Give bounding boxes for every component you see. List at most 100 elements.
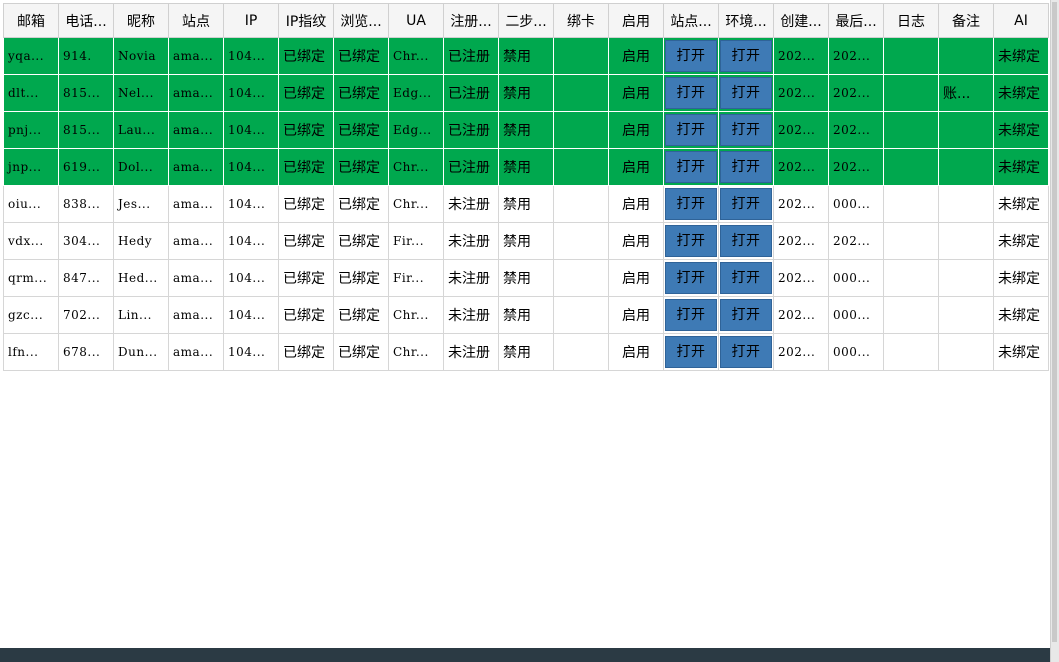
cell-log[interactable] xyxy=(883,185,939,223)
cell-browser[interactable]: 已绑定 xyxy=(333,222,389,260)
cell-ip-fingerprint[interactable]: 已绑定 xyxy=(278,37,334,75)
cell-ua[interactable]: Fir... xyxy=(388,259,444,297)
cell-nickname[interactable]: Novia xyxy=(113,37,169,75)
table-row[interactable]: jnp... 619... Dol... ama... 104... 已绑定 已绑定 Chr.… xyxy=(3,148,1049,186)
cell-card[interactable] xyxy=(553,185,609,223)
cell-site[interactable]: ama... xyxy=(168,296,224,334)
cell-site[interactable]: ama... xyxy=(168,37,224,75)
cell-site[interactable]: ama... xyxy=(168,185,224,223)
table-row[interactable]: pnj... 815... Lau... ama... 104... 已绑定 已绑定 Edg.… xyxy=(3,111,1049,149)
cell-enable[interactable]: 启用 xyxy=(608,222,664,260)
column-header-created[interactable]: 创建... xyxy=(773,3,829,38)
cell-ip-fingerprint[interactable]: 已绑定 xyxy=(278,222,334,260)
cell-two-step[interactable]: 禁用 xyxy=(498,259,554,297)
cell-log[interactable] xyxy=(883,222,939,260)
cell-email[interactable]: jnp... xyxy=(3,148,59,186)
cell-email[interactable]: gzc... xyxy=(3,296,59,334)
cell-browser[interactable]: 已绑定 xyxy=(333,74,389,112)
cell-ip-fingerprint[interactable]: 已绑定 xyxy=(278,185,334,223)
table-row[interactable]: oiu... 838... Jes... ama... 104... 已绑定 已绑定 Chr.… xyxy=(3,185,1049,223)
cell-note[interactable] xyxy=(938,185,994,223)
open-site-button[interactable]: 打开 xyxy=(665,262,717,294)
cell-registration[interactable]: 未注册 xyxy=(443,185,499,223)
cell-ip-fingerprint[interactable]: 已绑定 xyxy=(278,259,334,297)
cell-email[interactable]: pnj... xyxy=(3,111,59,149)
cell-note[interactable] xyxy=(938,296,994,334)
cell-ip[interactable]: 104... xyxy=(223,333,279,371)
cell-card[interactable] xyxy=(553,222,609,260)
cell-log[interactable] xyxy=(883,259,939,297)
cell-phone[interactable]: 914. xyxy=(58,37,114,75)
cell-two-step[interactable]: 禁用 xyxy=(498,148,554,186)
cell-card[interactable] xyxy=(553,333,609,371)
table-row[interactable]: gzc... 702... Lin... ama... 104... 已绑定 已绑定 Chr.… xyxy=(3,296,1049,334)
cell-ip[interactable]: 104... xyxy=(223,148,279,186)
cell-browser[interactable]: 已绑定 xyxy=(333,111,389,149)
cell-ua[interactable]: Fir... xyxy=(388,222,444,260)
column-header-log[interactable]: 日志 xyxy=(883,3,939,38)
open-env-button[interactable]: 打开 xyxy=(720,299,772,331)
vertical-scrollbar[interactable] xyxy=(1050,0,1059,662)
cell-email[interactable]: lfn... xyxy=(3,333,59,371)
cell-card[interactable] xyxy=(553,37,609,75)
open-site-button[interactable]: 打开 xyxy=(665,77,717,109)
cell-last[interactable]: 000... xyxy=(828,185,884,223)
cell-last[interactable]: 000... xyxy=(828,259,884,297)
open-env-button[interactable]: 打开 xyxy=(720,225,772,257)
cell-site[interactable]: ama... xyxy=(168,148,224,186)
cell-ip[interactable]: 104... xyxy=(223,74,279,112)
cell-registration[interactable]: 未注册 xyxy=(443,333,499,371)
cell-created[interactable]: 202... xyxy=(773,111,829,149)
cell-created[interactable]: 202... xyxy=(773,222,829,260)
cell-card[interactable] xyxy=(553,296,609,334)
cell-two-step[interactable]: 禁用 xyxy=(498,222,554,260)
cell-ip[interactable]: 104... xyxy=(223,222,279,260)
table-row[interactable]: dlt... 815... Nel... ama... 104... 已绑定 已绑定 Edg.… xyxy=(3,74,1049,112)
cell-card[interactable] xyxy=(553,74,609,112)
cell-enable[interactable]: 启用 xyxy=(608,111,664,149)
column-header-nickname[interactable]: 昵称 xyxy=(113,3,169,38)
cell-created[interactable]: 202... xyxy=(773,148,829,186)
cell-phone[interactable]: 815... xyxy=(58,111,114,149)
cell-ua[interactable]: Chr... xyxy=(388,148,444,186)
cell-registration[interactable]: 未注册 xyxy=(443,222,499,260)
cell-ai[interactable]: 未绑定 xyxy=(993,111,1049,149)
column-header-ip-fingerprint[interactable]: IP指纹 xyxy=(278,3,334,38)
cell-last[interactable]: 202... xyxy=(828,148,884,186)
cell-note[interactable] xyxy=(938,222,994,260)
cell-ai[interactable]: 未绑定 xyxy=(993,333,1049,371)
cell-last[interactable]: 202... xyxy=(828,111,884,149)
cell-last[interactable]: 000... xyxy=(828,333,884,371)
cell-site[interactable]: ama... xyxy=(168,111,224,149)
cell-ua[interactable]: Chr... xyxy=(388,296,444,334)
cell-log[interactable] xyxy=(883,296,939,334)
cell-note[interactable] xyxy=(938,37,994,75)
cell-ip[interactable]: 104... xyxy=(223,296,279,334)
cell-site[interactable]: ama... xyxy=(168,333,224,371)
cell-log[interactable] xyxy=(883,148,939,186)
cell-ua[interactable]: Edg... xyxy=(388,111,444,149)
table-row[interactable]: lfn... 678... Dun... ama... 104... 已绑定 已绑定 Chr.… xyxy=(3,333,1049,371)
open-site-button[interactable]: 打开 xyxy=(665,114,717,146)
cell-ua[interactable]: Chr... xyxy=(388,185,444,223)
cell-phone[interactable]: 838... xyxy=(58,185,114,223)
cell-nickname[interactable]: Dol... xyxy=(113,148,169,186)
cell-created[interactable]: 202... xyxy=(773,259,829,297)
cell-site[interactable]: ama... xyxy=(168,74,224,112)
cell-site[interactable]: ama... xyxy=(168,259,224,297)
column-header-registration[interactable]: 注册... xyxy=(443,3,499,38)
cell-enable[interactable]: 启用 xyxy=(608,259,664,297)
cell-ai[interactable]: 未绑定 xyxy=(993,148,1049,186)
cell-ip[interactable]: 104... xyxy=(223,111,279,149)
cell-phone[interactable]: 847... xyxy=(58,259,114,297)
open-env-button[interactable]: 打开 xyxy=(720,336,772,368)
cell-nickname[interactable]: Nel... xyxy=(113,74,169,112)
cell-ai[interactable]: 未绑定 xyxy=(993,37,1049,75)
table-row[interactable]: vdx... 304... Hedy ama... 104... 已绑定 已绑定 Fir...… xyxy=(3,222,1049,260)
cell-enable[interactable]: 启用 xyxy=(608,37,664,75)
open-env-button[interactable]: 打开 xyxy=(720,188,772,220)
column-header-env-open[interactable]: 环境... xyxy=(718,3,774,38)
column-header-browser[interactable]: 浏览... xyxy=(333,3,389,38)
cell-ua[interactable]: Chr... xyxy=(388,333,444,371)
cell-two-step[interactable]: 禁用 xyxy=(498,333,554,371)
